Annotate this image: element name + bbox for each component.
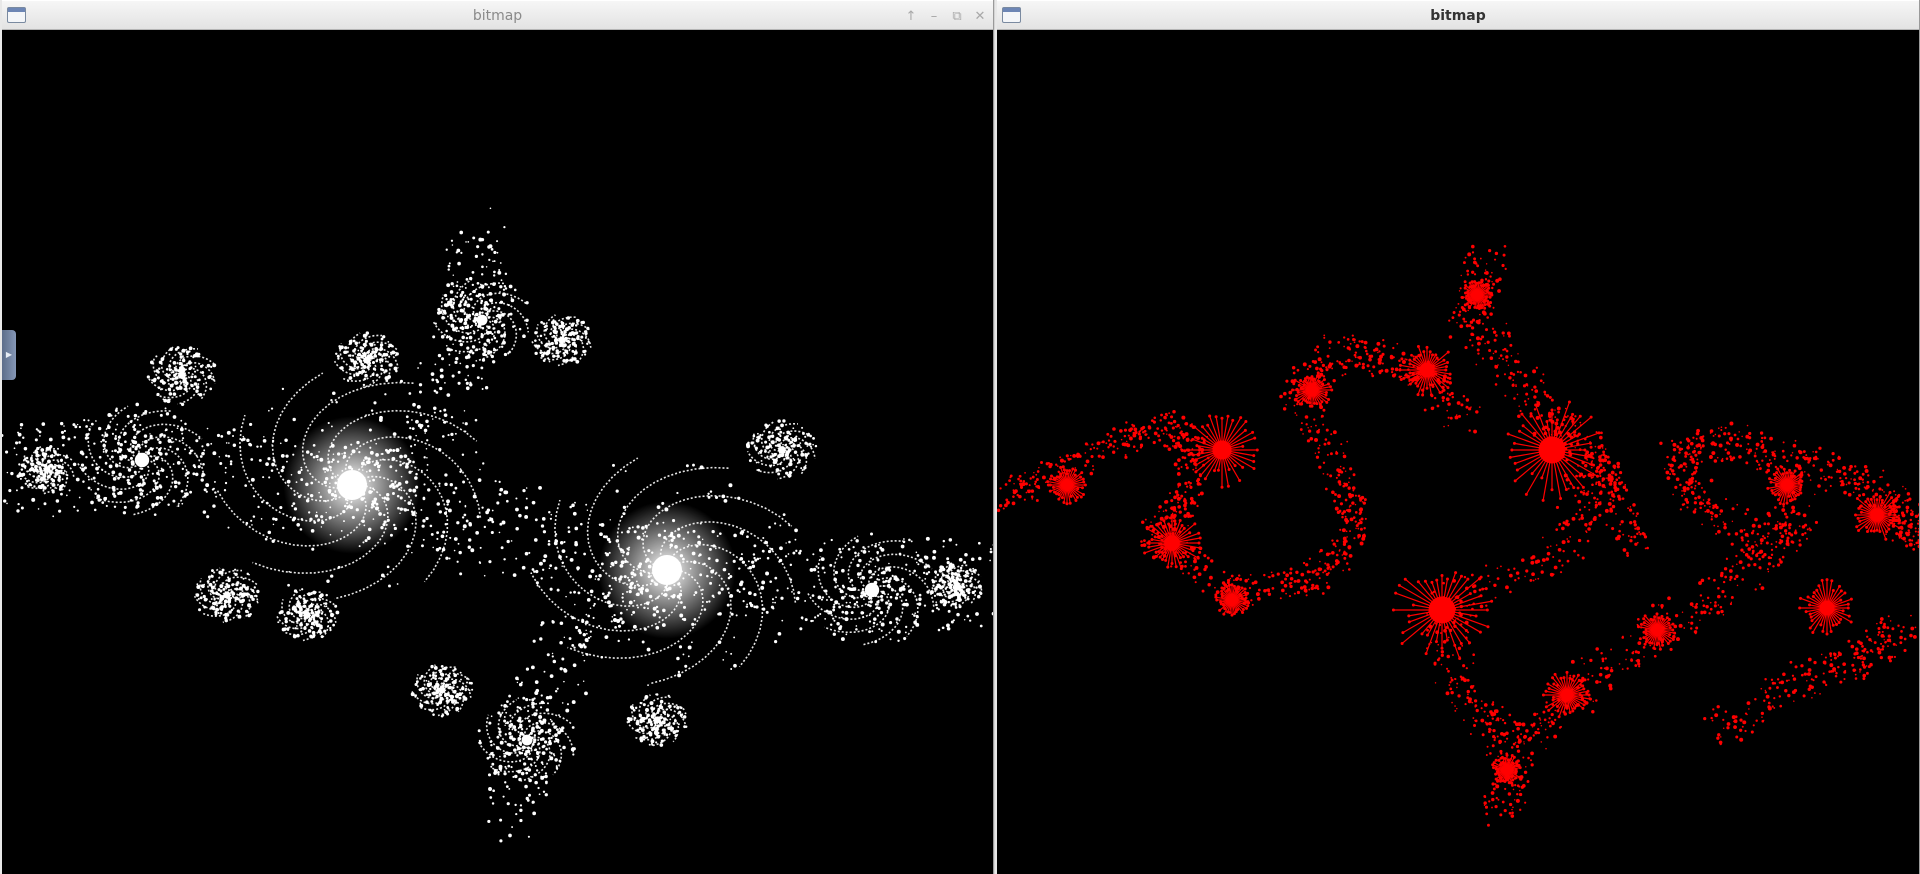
julia-fractal-image <box>997 244 1919 827</box>
close-icon[interactable]: ✕ <box>973 9 987 24</box>
window-titlebar[interactable]: bitmap <box>997 0 1919 30</box>
restore-icon[interactable]: ⧉ <box>950 9 964 24</box>
window-controls: ↑ – ⧉ ✕ <box>904 1 987 31</box>
minimize-icon[interactable]: – <box>927 9 941 24</box>
window-title: bitmap <box>1430 8 1486 24</box>
arrow-up-icon[interactable]: ↑ <box>904 9 918 24</box>
window-title: bitmap <box>472 8 523 24</box>
bitmap-canvas <box>997 30 1919 874</box>
julia-fractal-image <box>2 207 993 843</box>
window-titlebar[interactable]: bitmap ↑ – ⧉ ✕ <box>2 0 993 30</box>
bitmap-window-right[interactable]: bitmap <box>995 0 1920 874</box>
bitmap-window-left[interactable]: bitmap ↑ – ⧉ ✕ ▶ <box>0 0 994 874</box>
bitmap-canvas <box>2 30 993 874</box>
expand-arrow-icon[interactable]: ▶ <box>2 330 16 380</box>
